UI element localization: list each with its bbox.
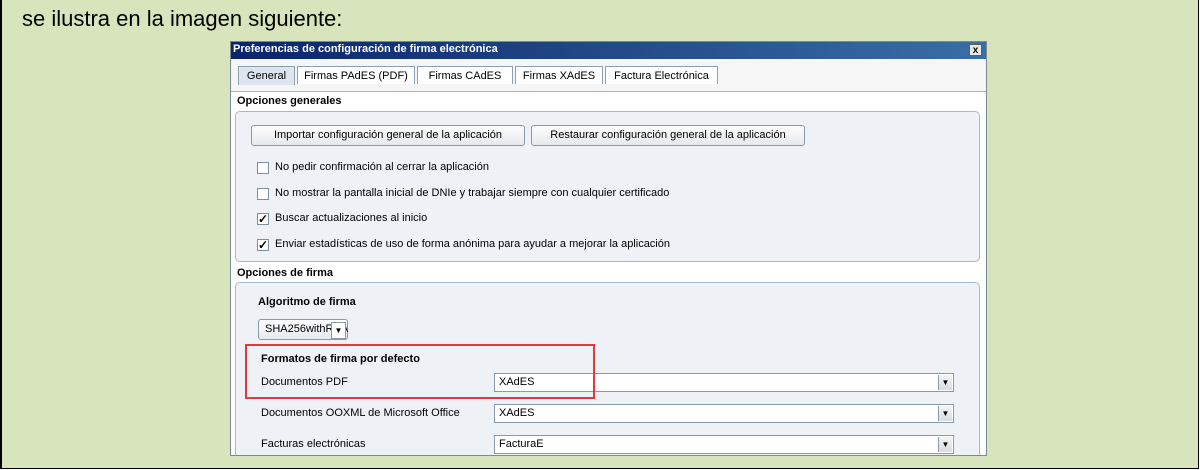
send-stats-checkbox[interactable]: ✓	[257, 239, 269, 251]
chevron-down-icon: ▼	[938, 375, 952, 390]
tab-firmas-cades[interactable]: Firmas CAdES	[417, 66, 513, 84]
general-section-title: Opciones generales	[237, 95, 342, 107]
dialog-titlebar: Preferencias de configuración de firma e…	[231, 42, 986, 59]
tab-factura-electronica[interactable]: Factura Electrónica	[605, 66, 718, 84]
algorithm-select[interactable]: SHA256withRSA ▼	[258, 319, 348, 340]
invoice-format-value: FacturaE	[499, 438, 544, 450]
no-dnie-screen-label: No mostrar la pantalla inicial de DNIe y…	[275, 187, 670, 199]
check-updates-checkbox[interactable]: ✓	[257, 213, 269, 225]
ooxml-format-value: XAdES	[499, 407, 535, 419]
signature-section-title: Opciones de firma	[237, 267, 333, 279]
algorithm-label: Algoritmo de firma	[258, 296, 356, 308]
check-icon: ✓	[258, 238, 269, 252]
no-confirm-label: No pedir confirmación al cerrar la aplic…	[275, 161, 489, 173]
restore-config-button[interactable]: Restaurar configuración general de la ap…	[531, 125, 805, 146]
import-config-button[interactable]: Importar configuración general de la apl…	[251, 125, 525, 146]
tab-firmas-xades[interactable]: Firmas XAdES	[515, 66, 603, 84]
general-options-panel: Importar configuración general de la apl…	[235, 111, 980, 262]
page-frame: se ilustra en la imagen siguiente: Prefe…	[0, 0, 1199, 469]
highlight-box	[245, 344, 595, 399]
tab-general[interactable]: General	[238, 66, 295, 85]
dialog-title: Preferencias de configuración de firma e…	[233, 43, 498, 55]
chevron-down-icon: ▼	[938, 437, 952, 452]
tab-firmas-pades[interactable]: Firmas PAdES (PDF)	[297, 66, 415, 84]
check-icon: ✓	[258, 212, 269, 226]
no-dnie-screen-checkbox[interactable]	[257, 188, 269, 200]
check-updates-label: Buscar actualizaciones al inicio	[275, 212, 428, 224]
chevron-down-icon: ▼	[331, 322, 346, 339]
caption-text: se ilustra en la imagen siguiente:	[22, 6, 343, 31]
invoice-format-select[interactable]: FacturaE ▼	[494, 435, 954, 454]
send-stats-label: Enviar estadísticas de uso de forma anón…	[275, 238, 670, 250]
no-confirm-checkbox[interactable]	[257, 162, 269, 174]
ooxml-format-label: Documentos OOXML de Microsoft Office	[261, 407, 460, 419]
ooxml-format-select[interactable]: XAdES ▼	[494, 404, 954, 423]
invoice-format-label: Facturas electrónicas	[261, 438, 366, 450]
preferences-dialog: Preferencias de configuración de firma e…	[230, 41, 987, 456]
close-icon[interactable]: x	[969, 44, 982, 56]
chevron-down-icon: ▼	[938, 406, 952, 421]
tab-bar: General Firmas PAdES (PDF) Firmas CAdES …	[231, 59, 986, 92]
